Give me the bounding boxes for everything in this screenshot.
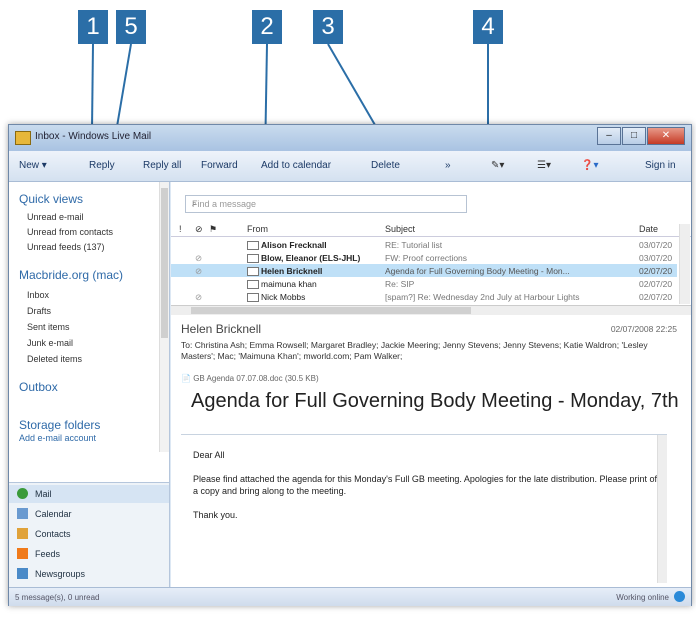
date-column[interactable]: Date <box>639 224 658 234</box>
help-icon[interactable]: ❓▾ <box>581 160 598 171</box>
nav-mail[interactable]: Mail <box>9 485 169 503</box>
more-chevron-icon[interactable]: » <box>445 160 451 171</box>
nav-feeds[interactable]: Feeds <box>9 545 169 563</box>
preview-subject: Agenda for Full Governing Body Meeting -… <box>191 390 679 412</box>
status-message-count: 5 message(s), 0 unread <box>15 593 100 602</box>
message-row[interactable]: ⊘ Blow, Eleanor (ELS-JHL) FW: Proof corr… <box>171 251 677 264</box>
add-email-account-link[interactable]: Add e-mail account <box>19 433 96 443</box>
message-row[interactable]: ⊘ Nick Mobbs [spam?] Re: Wednesday 2nd J… <box>171 290 677 303</box>
flag-column-icon[interactable]: ⚑ <box>209 224 217 235</box>
folder-sent-items[interactable]: Sent items <box>27 322 70 332</box>
priority-column-icon[interactable]: ! <box>179 224 182 234</box>
message-list-header: ! ⊘ ⚑ From Subject Date <box>171 222 691 237</box>
online-status-icon <box>674 591 685 602</box>
body-paragraph: Please find attached the agenda for this… <box>193 474 660 496</box>
search-input[interactable]: Find a message ⌕ <box>185 195 467 213</box>
preview-sender[interactable]: Helen Bricknell <box>181 322 261 336</box>
outbox-heading[interactable]: Outbox <box>19 380 58 394</box>
body-greeting: Dear All <box>193 450 225 460</box>
callout-4: 4 <box>473 10 503 44</box>
storage-folders-heading[interactable]: Storage folders <box>19 418 100 432</box>
folder-inbox[interactable]: Inbox <box>27 290 49 300</box>
quick-views-heading[interactable]: Quick views <box>19 192 83 206</box>
close-button[interactable]: ✕ <box>647 127 685 145</box>
envelope-icon <box>247 254 259 263</box>
feeds-icon <box>17 548 28 559</box>
envelope-icon <box>247 293 259 302</box>
envelope-icon <box>247 267 259 276</box>
reply-button[interactable]: Reply <box>89 160 115 171</box>
mail-icon <box>17 488 28 499</box>
nav-calendar[interactable]: Calendar <box>9 505 169 523</box>
attachment-column-icon[interactable]: ⊘ <box>195 224 203 235</box>
folder-scrollbar[interactable] <box>159 182 169 452</box>
callout-2: 2 <box>252 10 282 44</box>
title-bar: Inbox - Windows Live Mail – □ ✕ <box>9 125 691 151</box>
body-scrollbar[interactable] <box>657 435 667 583</box>
newsgroups-icon <box>17 568 28 579</box>
message-row[interactable]: Alison Frecknall RE: Tutorial list 03/07… <box>171 238 677 251</box>
envelope-icon <box>247 280 259 289</box>
message-row-selected[interactable]: ⊘ Helen Bricknell Agenda for Full Govern… <box>171 264 677 277</box>
contacts-icon <box>17 528 28 539</box>
minimize-button[interactable]: – <box>597 127 621 145</box>
maximize-button[interactable]: □ <box>622 127 646 145</box>
preview-attachment[interactable]: 📄 GB Agenda 07.07.08.doc (30.5 KB) <box>181 374 319 383</box>
nav-switcher: Mail Calendar Contacts Feeds Newsgroups <box>9 482 169 589</box>
quick-view-unread-contacts[interactable]: Unread from contacts <box>27 227 113 237</box>
menu-icon[interactable]: ☰▾ <box>537 160 551 171</box>
attachment-icon: ⊘ <box>195 292 203 302</box>
quick-view-unread-email[interactable]: Unread e-mail <box>27 212 84 222</box>
message-body: Dear All Please find attached the agenda… <box>181 434 667 583</box>
subject-column[interactable]: Subject <box>385 224 415 234</box>
sign-in-link[interactable]: Sign in <box>645 160 676 171</box>
folder-junk-email[interactable]: Junk e-mail <box>27 338 73 348</box>
preview-date: 02/07/2008 22:25 <box>610 324 677 334</box>
add-to-calendar-button[interactable]: Add to calendar <box>261 160 331 171</box>
mail-app-icon <box>15 131 31 145</box>
preview-recipients: To: Christina Ash; Emma Rowsell; Margare… <box>181 340 648 361</box>
status-bar: 5 message(s), 0 unread Working online <box>9 587 691 606</box>
pen-icon[interactable]: ✎▾ <box>491 160 504 171</box>
message-row[interactable]: maimuna khan Re: SIP 02/07/20 <box>171 277 677 290</box>
delete-button[interactable]: Delete <box>371 160 400 171</box>
search-icon[interactable]: ⌕ <box>192 198 460 209</box>
attachment-link[interactable]: GB Agenda 07.07.08.doc (30.5 KB) <box>193 374 318 383</box>
callout-3: 3 <box>313 10 343 44</box>
toolbar: New ▾ Reply Reply all Forward Add to cal… <box>9 151 691 182</box>
calendar-icon <box>17 508 28 519</box>
body-signoff: Thank you. <box>193 510 238 520</box>
message-list-hscrollbar[interactable] <box>171 305 691 315</box>
folder-drafts[interactable]: Drafts <box>27 306 51 316</box>
from-column[interactable]: From <box>247 224 268 234</box>
forward-button[interactable]: Forward <box>201 160 238 171</box>
callout-1: 1 <box>78 10 108 44</box>
reply-all-button[interactable]: Reply all <box>143 160 181 171</box>
attachment-icon: ⊘ <box>195 253 203 263</box>
attachment-icon: ⊘ <box>195 266 203 276</box>
quick-view-unread-feeds[interactable]: Unread feeds (137) <box>27 242 105 252</box>
folder-pane: Quick views Unread e-mail Unread from co… <box>9 182 170 589</box>
nav-newsgroups[interactable]: Newsgroups <box>9 565 169 583</box>
message-pane: Find a message ⌕ ! ⊘ ⚑ From Subject Date… <box>171 182 691 588</box>
reading-pane: Helen Bricknell 02/07/2008 22:25 To: Chr… <box>171 318 691 588</box>
mail-window: Inbox - Windows Live Mail – □ ✕ New ▾ Re… <box>8 124 692 606</box>
callout-5: 5 <box>116 10 146 44</box>
new-button[interactable]: New ▾ <box>19 160 47 171</box>
nav-contacts[interactable]: Contacts <box>9 525 169 543</box>
message-list-scrollbar[interactable] <box>679 224 690 304</box>
account-heading[interactable]: Macbride.org (mac) <box>19 268 123 282</box>
window-title: Inbox - Windows Live Mail <box>35 131 152 142</box>
envelope-icon <box>247 241 259 250</box>
folder-deleted-items[interactable]: Deleted items <box>27 354 82 364</box>
status-online: Working online <box>616 593 669 602</box>
